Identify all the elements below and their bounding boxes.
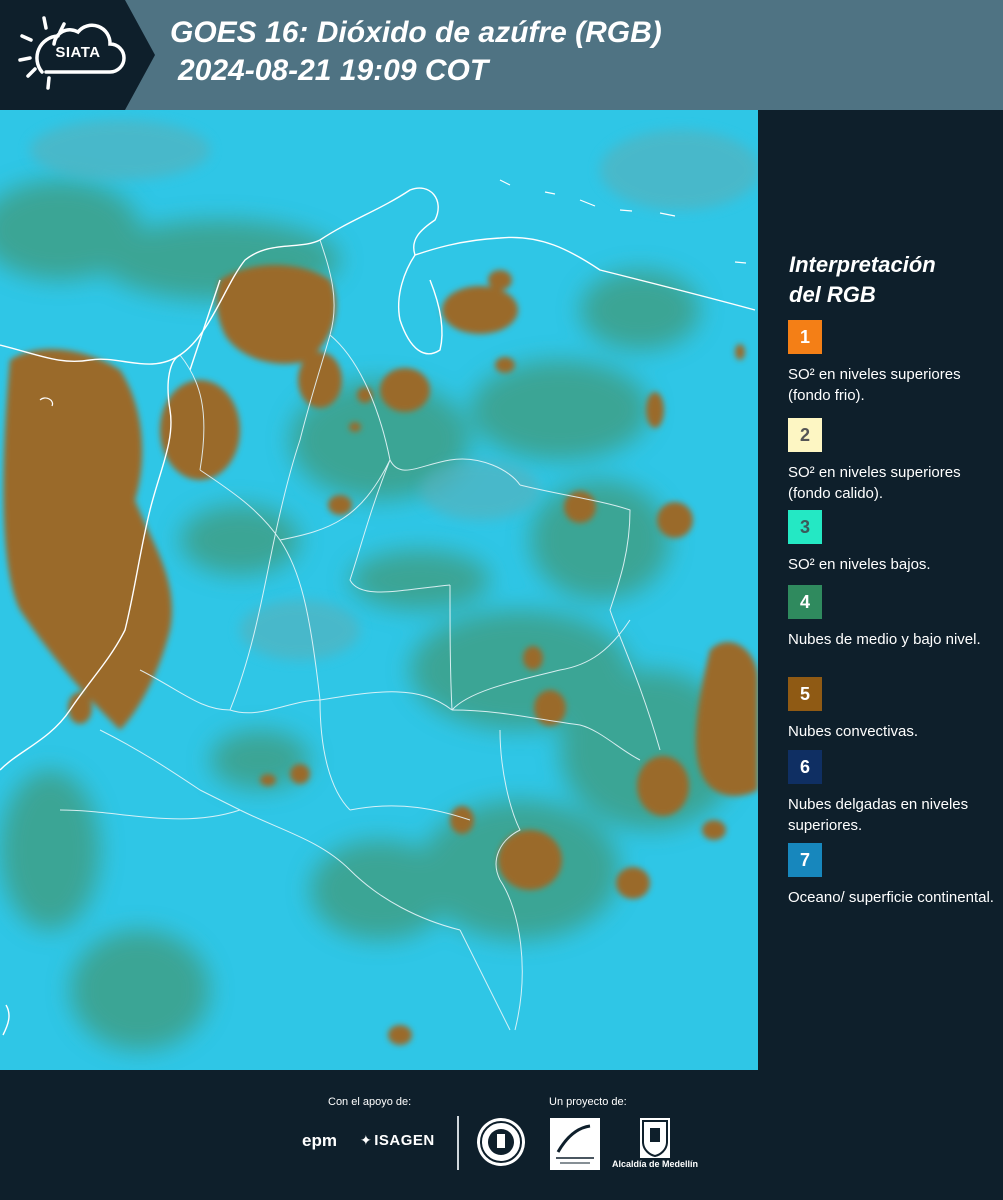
legend-swatch-4: 4: [788, 585, 822, 619]
legend-number-7: 7: [799, 849, 810, 870]
title-product: GOES 16: Dióxido de azúfre (RGB): [170, 16, 662, 49]
legend-item-2: 2 SO² en niveles superiores (fondo calid…: [788, 418, 998, 504]
legend-label-6: Nubes delgadas en niveles superiores.: [788, 796, 969, 834]
page-title: GOES 16: Dióxido de azúfre (RGB) 2024-08…: [170, 14, 662, 90]
legend-title-line1: Interpretación: [789, 252, 936, 277]
logo-wordmark: SIATA: [55, 44, 101, 61]
legend-item-3: 3 SO² en niveles bajos.: [788, 510, 998, 575]
legend-title: Interpretación del RGB: [789, 250, 989, 310]
isagen-mark-icon: ✦: [360, 1132, 373, 1148]
area-metropolitana-icon: [556, 1124, 594, 1164]
legend-number-5: 5: [799, 683, 810, 704]
legend-number-1: 1: [799, 326, 810, 347]
medellin-seal-logo[interactable]: [477, 1118, 525, 1166]
title-timestamp: 2024-08-21 19:09 COT: [178, 54, 489, 87]
legend-label-5: Nubes convectivas.: [788, 723, 919, 740]
legend-number-6: 6: [799, 756, 810, 777]
epm-logo[interactable]: epm: [302, 1131, 337, 1151]
legend-swatch-5: 5: [788, 677, 822, 711]
isagen-wordmark: ISAGEN: [374, 1132, 435, 1149]
legend-swatch-1: 1: [788, 320, 822, 354]
footer-bar: Con el apoyo de: epm ✦ ISAGEN Un proyecto…: [0, 1070, 1003, 1200]
legend-swatch-3: 3: [788, 510, 822, 544]
legend-item-4: 4 Nubes de medio y bajo nivel.: [788, 585, 998, 650]
legend-item-5: 5 Nubes convectivas.: [788, 677, 998, 742]
legend-number-3: 3: [799, 516, 810, 537]
seal-icon: [480, 1121, 522, 1163]
header-bar: SIATA GOES 16: Dióxido de azúfre (RGB) 2…: [0, 0, 1003, 110]
legend-swatch-2: 2: [788, 418, 822, 452]
legend-number-2: 2: [799, 424, 810, 445]
legend-number-4: 4: [799, 591, 810, 612]
isagen-logo[interactable]: ✦ ISAGEN: [360, 1132, 435, 1149]
legend-item-6: 6 Nubes delgadas en niveles superiores.: [788, 750, 998, 836]
legend-title-line2: del RGB: [789, 282, 876, 307]
footer-divider: [457, 1116, 459, 1170]
alcaldia-logo[interactable]: [640, 1118, 670, 1158]
alcaldia-label: Alcaldía de Medellín: [612, 1159, 699, 1169]
project-label: Un proyecto de:: [549, 1096, 627, 1108]
area-metropolitana-logo[interactable]: [550, 1118, 600, 1170]
legend-swatch-7: 7: [788, 843, 822, 877]
siata-logo[interactable]: SIATA: [0, 0, 155, 110]
legend-swatch-6: 6: [788, 750, 822, 784]
legend-item-1: 1 SO² en niveles superiores (fondo frio)…: [788, 320, 998, 406]
legend-panel: Interpretación del RGB 1 SO² en niveles …: [762, 110, 1003, 1070]
satellite-map[interactable]: [0, 110, 758, 1070]
legend-label-3: SO² en niveles bajos.: [788, 556, 931, 573]
legend-label-1: SO² en niveles superiores (fondo frio).: [788, 366, 961, 404]
alcaldia-shield-icon: [642, 1120, 668, 1158]
legend-label-2: SO² en niveles superiores (fondo calido)…: [788, 464, 961, 502]
legend-item-7: 7 Oceano/ superficie continental.: [788, 843, 998, 908]
legend-label-7: Oceano/ superficie continental.: [788, 889, 994, 906]
satellite-image: [0, 110, 758, 1070]
support-label: Con el apoyo de:: [328, 1096, 412, 1108]
legend-label-4: Nubes de medio y bajo nivel.: [788, 631, 981, 648]
